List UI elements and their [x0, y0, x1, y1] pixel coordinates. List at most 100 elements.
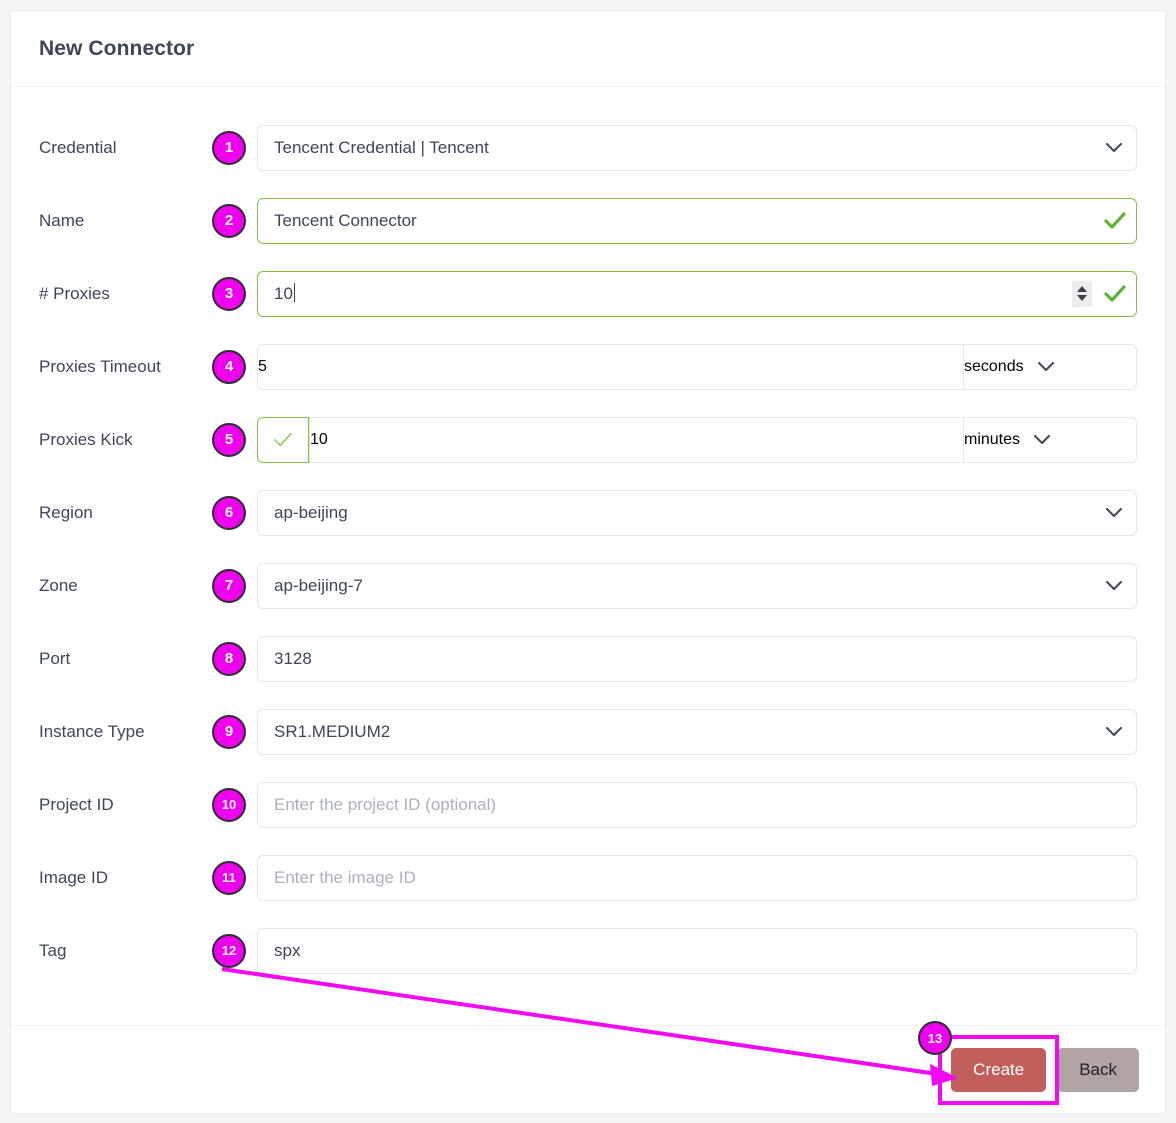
create-button[interactable]: Create: [951, 1047, 1047, 1092]
field-value[interactable]: Tencent Connector: [258, 211, 1094, 231]
card-footer: Create Back: [11, 1025, 1165, 1113]
field-value[interactable]: Enter the project ID (optional): [258, 795, 1136, 815]
field-value[interactable]: spx: [258, 941, 1136, 961]
form-row: Tag 12 spx: [39, 914, 1137, 987]
form-row: Region 6 ap-beijing: [39, 476, 1137, 549]
field-label: Name: [39, 210, 85, 230]
field-label: Zone: [39, 575, 78, 595]
field-container: ap-beijing: [257, 489, 1137, 536]
field-value[interactable]: 5: [258, 358, 267, 376]
field-value[interactable]: 10: [310, 431, 328, 449]
unit-value: minutes: [964, 430, 1021, 448]
back-button[interactable]: Back: [1057, 1047, 1139, 1092]
chevron-down-icon: [1024, 361, 1068, 372]
annotation-badge-2: 2: [212, 203, 246, 238]
field-label: Region: [39, 502, 93, 522]
stepper-down-icon[interactable]: [1077, 295, 1087, 301]
annotation-badge-6: 6: [212, 495, 246, 530]
text-input[interactable]: spx: [257, 927, 1137, 974]
field-label: Instance Type: [39, 721, 145, 741]
valid-check-icon: [1094, 211, 1136, 230]
field-value[interactable]: SR1.MEDIUM2: [258, 722, 1092, 742]
annotation-badge-7: 7: [212, 568, 246, 603]
form-row: Proxies Timeout 4 5 seconds: [39, 330, 1137, 403]
duration-input[interactable]: 10: [309, 416, 963, 463]
select-field[interactable]: ap-beijing: [257, 489, 1137, 536]
annotation-badge-13: 13: [918, 1021, 952, 1055]
annotation-badge-slot: 10: [201, 787, 257, 822]
unit-value: seconds: [964, 357, 1024, 375]
text-input[interactable]: Tencent Connector: [257, 197, 1137, 244]
chevron-down-icon: [1092, 507, 1136, 518]
valid-check-icon: [1094, 284, 1136, 303]
select-field[interactable]: Tencent Credential | Tencent: [257, 124, 1137, 171]
form-row: Credential 1 Tencent Credential | Tencent: [39, 111, 1137, 184]
field-container: 10 minutes: [257, 416, 1137, 463]
text-input[interactable]: Enter the project ID (optional): [257, 781, 1137, 828]
duration-input[interactable]: 5: [257, 343, 963, 390]
chevron-down-icon: [1092, 142, 1136, 153]
stepper-up-icon[interactable]: [1077, 286, 1087, 292]
chevron-down-icon: [1092, 726, 1136, 737]
field-container: spx: [257, 927, 1137, 974]
field-label: Proxies Kick: [39, 429, 133, 449]
field-value[interactable]: ap-beijing: [258, 503, 1092, 523]
annotation-badge-slot: 2: [201, 203, 257, 238]
form-row: Zone 7 ap-beijing-7: [39, 549, 1137, 622]
annotation-badge-12: 12: [212, 933, 246, 968]
field-label: Image ID: [39, 867, 108, 887]
annotation-badge-9: 9: [212, 714, 246, 749]
select-field[interactable]: ap-beijing-7: [257, 562, 1137, 609]
annotation-badge-8: 8: [212, 641, 246, 676]
field-label: Proxies Timeout: [39, 356, 161, 376]
field-container: 5 seconds: [257, 343, 1137, 390]
form-row: Port 8 3128: [39, 622, 1137, 695]
enable-checkbox[interactable]: [257, 416, 309, 463]
annotation-badge-slot: 9: [201, 714, 257, 749]
field-container: ap-beijing-7: [257, 562, 1137, 609]
unit-select[interactable]: seconds: [963, 343, 1137, 390]
annotation-badge-slot: 7: [201, 568, 257, 603]
card-header: New Connector: [11, 11, 1165, 87]
field-label: Tag: [39, 940, 67, 960]
annotation-badge-11: 11: [212, 860, 246, 895]
field-container: Enter the image ID: [257, 854, 1137, 901]
field-value[interactable]: 10: [258, 283, 1072, 304]
text-input[interactable]: Enter the image ID: [257, 854, 1137, 901]
annotation-badge-slot: 3: [201, 276, 257, 311]
field-value[interactable]: Enter the image ID: [258, 868, 1136, 888]
annotation-badge-4: 4: [212, 349, 246, 384]
field-container: 10: [257, 270, 1137, 317]
field-label: # Proxies: [39, 283, 110, 303]
new-connector-card: New Connector Credential 1 Tencent Credent…: [10, 10, 1166, 1114]
annotation-badge-slot: 5: [201, 422, 257, 457]
annotation-badge-slot: 11: [201, 860, 257, 895]
annotation-badge-3: 3: [212, 276, 246, 311]
connector-form: Credential 1 Tencent Credential | Tencent N…: [11, 87, 1165, 987]
annotation-badge-slot: 4: [201, 349, 257, 384]
field-container: Tencent Credential | Tencent: [257, 124, 1137, 171]
select-field[interactable]: SR1.MEDIUM2: [257, 708, 1137, 755]
text-input[interactable]: 10: [257, 270, 1137, 317]
field-container: SR1.MEDIUM2: [257, 708, 1137, 755]
chevron-down-icon: [1020, 434, 1064, 445]
annotation-badge-1: 1: [212, 130, 246, 165]
chevron-down-icon: [1092, 580, 1136, 591]
field-value[interactable]: ap-beijing-7: [258, 576, 1092, 596]
field-container: Enter the project ID (optional): [257, 781, 1137, 828]
field-label: Port: [39, 648, 71, 668]
annotation-badge-5: 5: [212, 422, 246, 457]
text-input[interactable]: 3128: [257, 635, 1137, 682]
form-row: Image ID 11 Enter the image ID: [39, 841, 1137, 914]
split-field: 10 minutes: [257, 416, 1137, 463]
field-container: Tencent Connector: [257, 197, 1137, 244]
annotation-badge-slot: 1: [201, 130, 257, 165]
annotation-badge-slot: 8: [201, 641, 257, 676]
field-value[interactable]: 3128: [258, 649, 1136, 669]
field-container: 3128: [257, 635, 1137, 682]
form-row: Name 2 Tencent Connector: [39, 184, 1137, 257]
unit-select[interactable]: minutes: [963, 416, 1137, 463]
number-stepper[interactable]: [1072, 280, 1092, 307]
text-cursor: [293, 283, 295, 302]
field-value[interactable]: Tencent Credential | Tencent: [258, 138, 1092, 158]
